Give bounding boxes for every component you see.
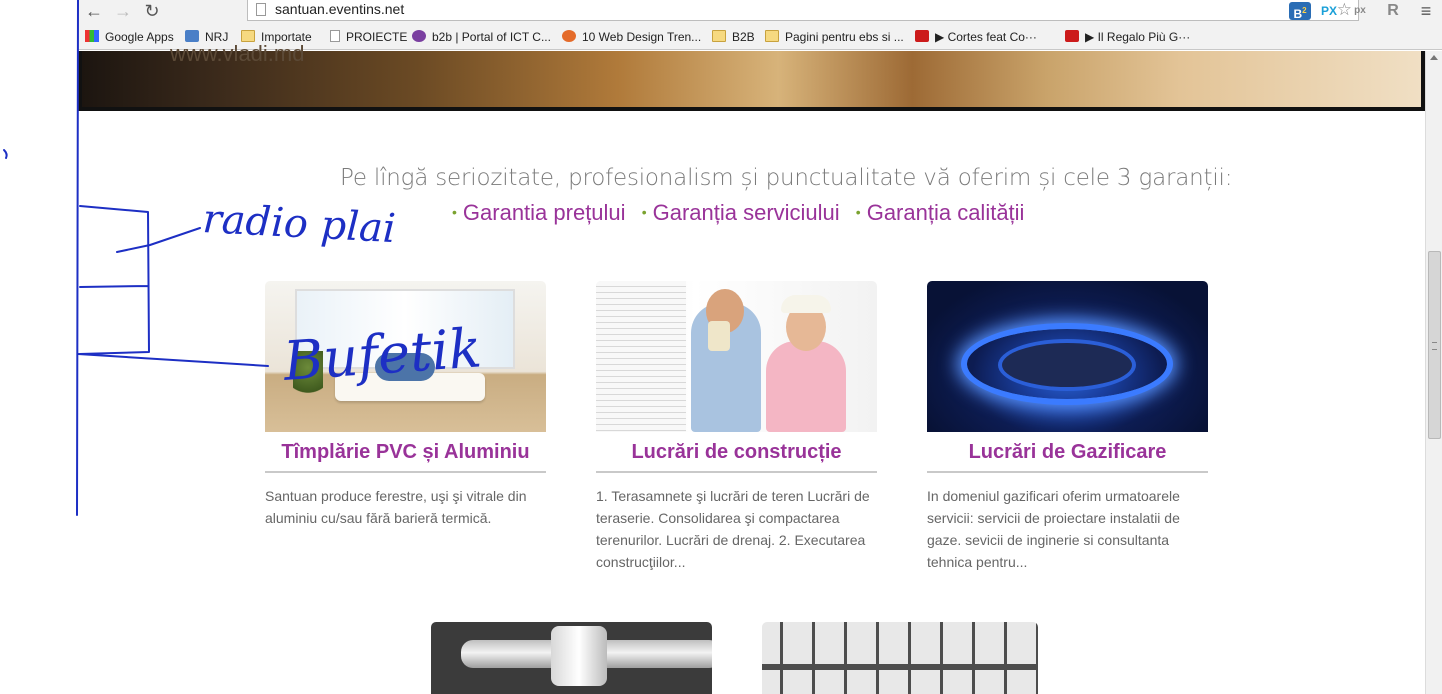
address-bar[interactable]: santuan.eventins.net ☆ (247, 0, 1359, 21)
folder-icon (765, 30, 779, 42)
guarantee-list: • Garantia prețului • Garanția serviciului… (442, 200, 1024, 226)
bookmark-cortes[interactable]: ▶ Cortes feat Co··· (915, 29, 1037, 45)
back-button[interactable]: ← (83, 1, 105, 21)
painters-image[interactable] (596, 281, 877, 432)
bookmark-b2b[interactable]: B2B (712, 29, 755, 45)
bookmark-pagini[interactable]: Pagini pentru ebs si ... (765, 29, 904, 45)
annotation-box (79, 205, 150, 355)
pipes-valve-image[interactable] (431, 622, 712, 694)
guarantee-quality[interactable]: Garanția calității (867, 200, 1025, 225)
gas-burner-image[interactable] (927, 281, 1208, 432)
card-title[interactable]: Lucrări de Gazificare (927, 439, 1208, 473)
url-text[interactable]: santuan.eventins.net (275, 1, 404, 17)
reload-button[interactable]: ↻ (141, 1, 163, 21)
chrome-menu-button[interactable]: ≡ (1415, 2, 1437, 20)
forward-arrow-icon: → (114, 1, 132, 21)
reload-icon: ↻ (144, 1, 160, 21)
youtube-icon (915, 30, 929, 42)
page-icon (330, 30, 340, 42)
card-description: 1. Terasamnete şi lucrări de teren Lucră… (596, 488, 870, 570)
apps-grid-icon (85, 30, 99, 42)
puzzle-icon (562, 30, 576, 42)
screenshot-root: ← → ↻ santuan.eventins.net ☆ B2 PX px R … (0, 0, 1442, 694)
service-card-construction: Lucrări de construcție 1. Terasamnete şi… (596, 281, 877, 573)
page-icon (256, 3, 266, 16)
pvc-windows-image[interactable] (265, 281, 546, 432)
guarantee-price[interactable]: Garantia prețului (463, 200, 626, 225)
scroll-thumb[interactable] (1428, 251, 1441, 439)
bookmark-google-apps[interactable]: Google Apps (85, 29, 174, 45)
bullet-icon: • (855, 204, 861, 220)
annotation-arrow-bottom (77, 353, 269, 367)
card-title[interactable]: Lucrări de construcție (596, 439, 877, 473)
card-description: In domeniul gazificari oferim urmatoarel… (927, 488, 1180, 570)
annotation-tick-mark (3, 149, 8, 159)
browser-toolbar: ← → ↻ santuan.eventins.net ☆ B2 PX px R … (77, 0, 1442, 24)
hero-watermark-text: www.vladi.md (170, 41, 305, 66)
guarantee-service[interactable]: Garanția serviciului (653, 200, 840, 225)
service-card-pvc: Tîmplărie PVC și Aluminiu Santuan produc… (265, 281, 546, 529)
hamburger-icon: ≡ (1420, 1, 1432, 21)
ext-px-button[interactable]: PX (1318, 2, 1340, 20)
card-title[interactable]: Tîmplărie PVC și Aluminiu (265, 439, 546, 473)
bullet-icon: • (452, 204, 457, 220)
ext-b2-button[interactable]: B2 (1289, 2, 1311, 21)
bookmark-il-regalo[interactable]: ▶ Il Regalo Più G··· (1065, 29, 1190, 45)
folder-icon (712, 30, 726, 42)
bullet-icon: • (641, 204, 647, 220)
b2b-icon (412, 30, 426, 42)
service-card-gas: Lucrări de Gazificare In domeniul gazifi… (927, 281, 1208, 573)
wrought-iron-fence-image[interactable] (762, 622, 1038, 694)
youtube-icon (1065, 30, 1079, 42)
bookmark-web-design[interactable]: 10 Web Design Tren... (562, 29, 701, 45)
forward-button[interactable]: → (112, 1, 134, 21)
back-arrow-icon: ← (85, 1, 103, 21)
card-description: Santuan produce ferestre, uşi şi vitrale… (265, 488, 527, 526)
annotation-arrow-top (116, 227, 201, 253)
hero-banner: www.vladi.md (78, 41, 1425, 111)
page-scrollbar[interactable] (1425, 51, 1442, 694)
handwriting-radio-plai: radio plai (201, 196, 396, 252)
ext-r-button[interactable]: R (1383, 2, 1403, 20)
scroll-up-icon[interactable] (1430, 55, 1438, 60)
bookmark-b2b-portal[interactable]: b2b | Portal of ICT C... (412, 29, 551, 45)
guarantee-tagline: Pe lîngă seriozitate, profesionalism și … (340, 165, 1233, 191)
ext-ruler-button[interactable]: px (1349, 2, 1371, 20)
bookmark-proiecte[interactable]: PROIECTE (330, 29, 407, 45)
